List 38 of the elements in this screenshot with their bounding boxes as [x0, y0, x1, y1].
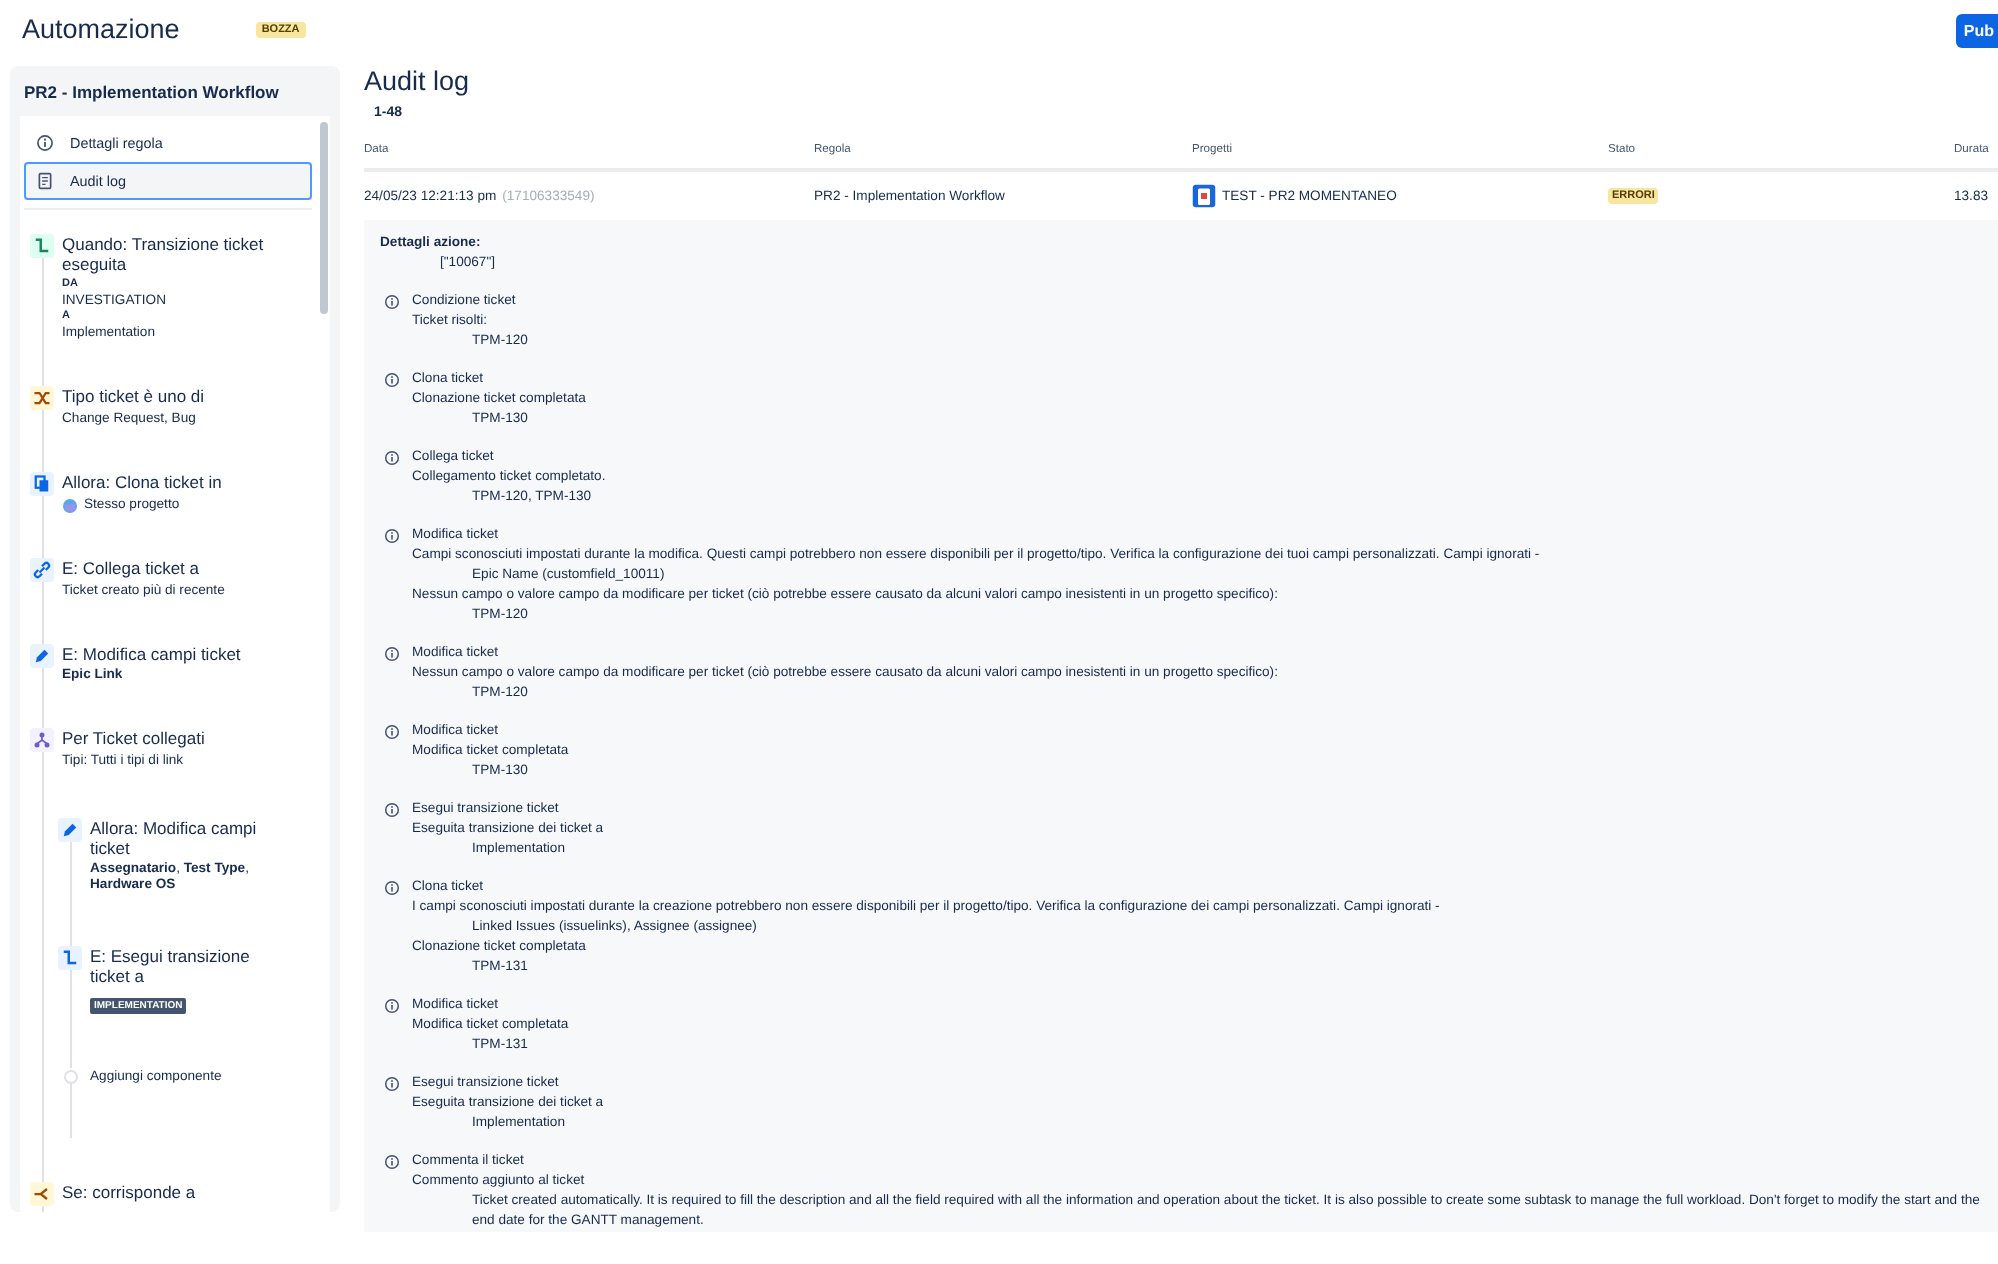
- section-title: Audit log: [364, 66, 472, 98]
- shuffle-icon: [30, 386, 54, 410]
- step-title: Se: corrisponde a: [62, 1182, 198, 1202]
- step-title: E: Modifica campi ticket: [62, 644, 243, 664]
- info-icon: [384, 372, 400, 388]
- step-title: E: Esegui transizione ticket a: [90, 946, 252, 986]
- rule-title: PR2 - Implementation Workflow: [22, 80, 281, 106]
- globe-icon: [62, 497, 78, 513]
- branch-icon: [30, 728, 54, 752]
- copy-icon: [30, 472, 54, 496]
- info-icon: [384, 880, 400, 896]
- info-icon: [384, 998, 400, 1014]
- page-title: Automazione: [22, 14, 180, 44]
- info-icon: [36, 134, 54, 152]
- project-icon: [1192, 184, 1216, 208]
- info-icon: [384, 294, 400, 310]
- info-icon: [384, 724, 400, 740]
- info-icon: [384, 1154, 400, 1170]
- step-title: Tipo ticket è uno di: [62, 386, 207, 406]
- fork-icon: [30, 1182, 54, 1206]
- info-icon: [384, 646, 400, 662]
- info-icon: [384, 1076, 400, 1092]
- add-component-dot[interactable]: [63, 1070, 77, 1084]
- step-title: Per Ticket collegati: [62, 728, 207, 748]
- info-icon: [384, 528, 400, 544]
- pencil-icon: [58, 818, 82, 842]
- step-title: E: Collega ticket a: [62, 558, 202, 578]
- publish-button[interactable]: Pub: [1955, 14, 1998, 48]
- step-title: Quando: Transizione ticket eseguita: [62, 234, 266, 274]
- step-title: Allora: Clona ticket in: [62, 472, 224, 492]
- document-icon: [36, 172, 54, 190]
- transition-icon: [30, 234, 54, 258]
- pencil-icon: [30, 644, 54, 668]
- transition-icon: [58, 946, 82, 970]
- info-icon: [384, 802, 400, 818]
- link-icon: [30, 558, 54, 582]
- step-title: Allora: Modifica campi ticket: [90, 818, 259, 858]
- info-icon: [384, 450, 400, 466]
